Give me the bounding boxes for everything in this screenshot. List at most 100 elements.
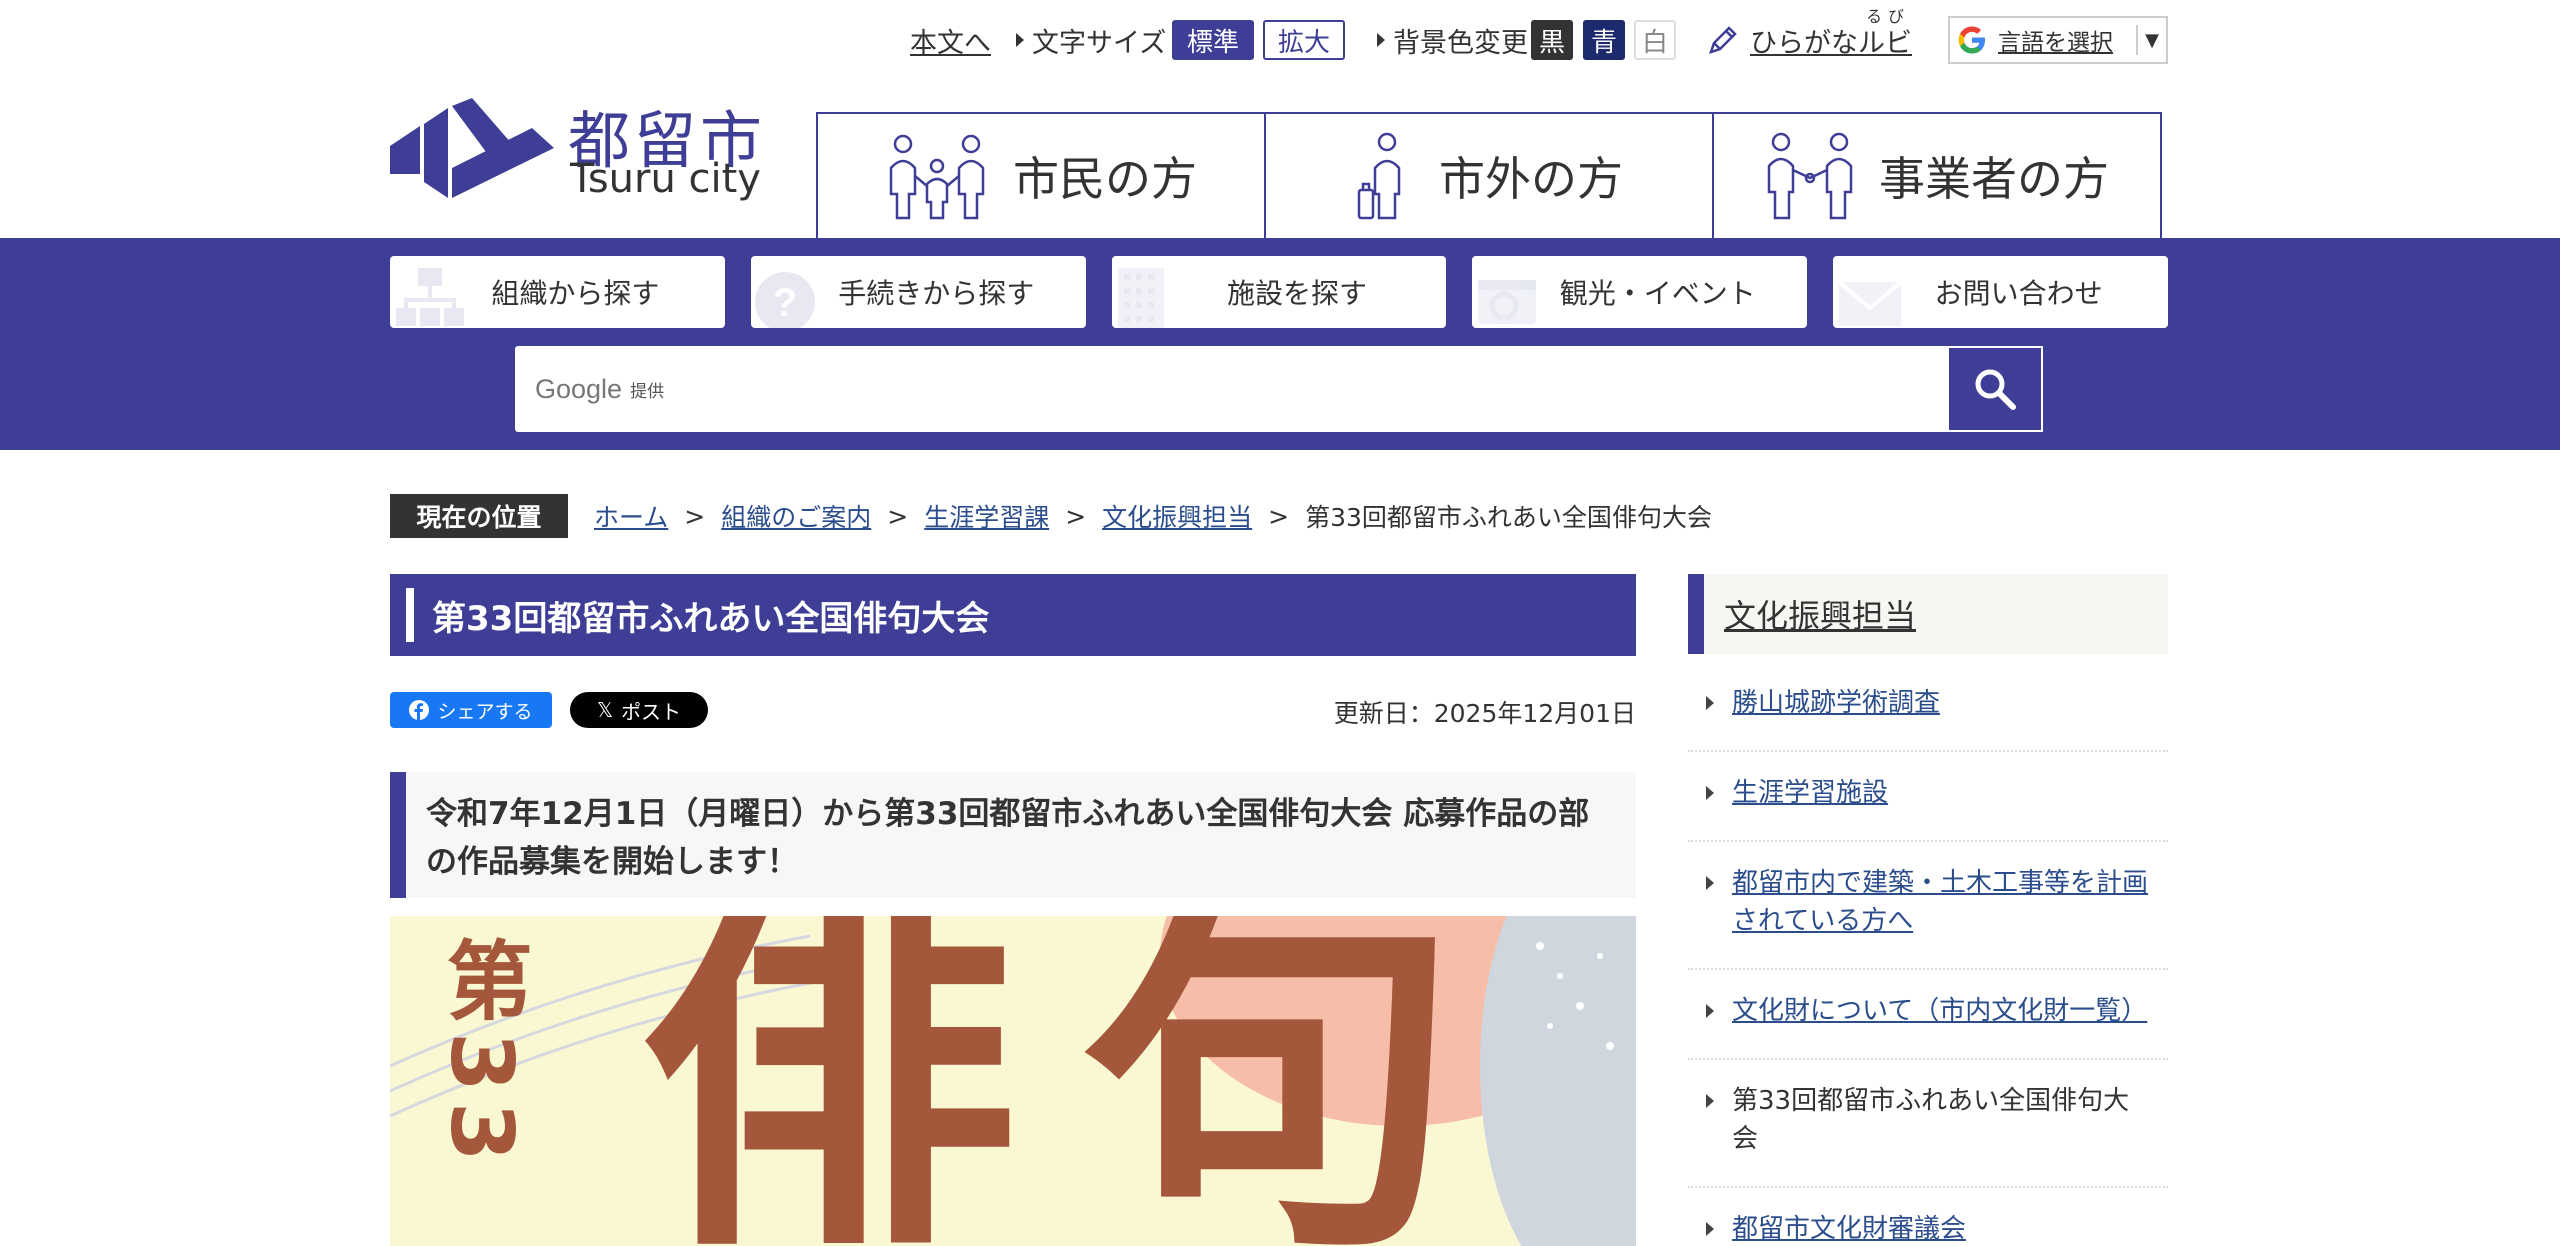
sidebar-link-katsuyama-castle[interactable]: 勝山城跡学術調査 — [1732, 684, 1940, 722]
global-nav: 組織から探す ? 手続きから探す 施設を探す 観光・イベント お問い合わせ — [390, 256, 2168, 328]
breadcrumb-separator: > — [1268, 501, 1290, 531]
global-navigation-band: 組織から探す ? 手続きから探す 施設を探す 観光・イベント お問い合わせ Go… — [0, 238, 2560, 450]
facebook-share-label: シェアする — [437, 700, 533, 723]
triangle-bullet-icon — [1016, 33, 1024, 47]
facebook-share-button[interactable]: シェアする — [390, 692, 552, 728]
bg-blue-button[interactable]: 青 — [1583, 20, 1625, 60]
triangle-bullet-icon — [1706, 1094, 1714, 1108]
nav-label: 組織から探す — [491, 277, 660, 310]
nav-contact[interactable]: お問い合わせ — [1833, 256, 2168, 328]
x-logo-icon: 𝕏 — [596, 698, 614, 722]
site-logo[interactable]: 都留市 Tsuru city — [390, 90, 770, 210]
breadcrumb-lifelong-learning[interactable]: 生涯学習課 — [924, 498, 1049, 534]
sidebar-item: 文化財について（市内文化財一覧） — [1688, 970, 2168, 1060]
breadcrumb-current: 第33回都留市ふれあい全国俳句大会 — [1305, 503, 1712, 532]
sidebar-list: 勝山城跡学術調査 生涯学習施設 都留市内で建築・土木工事等を計画されている方へ … — [1688, 662, 2168, 1246]
breadcrumb-home[interactable]: ホーム — [594, 498, 668, 534]
category-residents-label: 市民の方 — [1013, 152, 1197, 206]
traveler-icon — [1357, 132, 1401, 220]
breadcrumb-separator: > — [1065, 501, 1087, 531]
search-button[interactable] — [1947, 346, 2043, 432]
x-post-label: ポスト — [621, 699, 682, 724]
poster-big-title: 俳句 — [640, 916, 1520, 1246]
triangle-bullet-icon — [1706, 696, 1714, 710]
nav-tourism-events[interactable]: 観光・イベント — [1472, 256, 1808, 328]
nav-label: お問い合わせ — [1934, 277, 2103, 310]
font-size-large-button[interactable]: 拡大 — [1263, 20, 1345, 60]
sidebar-item: 勝山城跡学術調査 — [1688, 662, 2168, 752]
ruby-label: ひらがなルビ るび — [1750, 7, 1912, 60]
category-businesses-label: 事業者の方 — [1879, 152, 2109, 206]
bg-black-button[interactable]: 黒 — [1531, 20, 1573, 60]
triangle-bullet-icon — [1706, 1222, 1714, 1236]
x-post-button[interactable]: 𝕏 ポスト — [570, 692, 708, 728]
updated-date: 更新日：2025年12月01日 — [1333, 699, 1636, 728]
utility-bar: 本文へ 文字サイズ 標準 拡大 背景色変更 黒 青 白 ひらがなルビ るび 言語を… — [0, 7, 2560, 66]
main-content: 第33回都留市ふれあい全国俳句大会 シェアする 𝕏 ポスト 更新日：2025年1… — [390, 574, 1636, 1246]
google-g-icon — [1958, 26, 1985, 54]
category-businesses[interactable]: 事業者の方 — [1714, 114, 2160, 238]
breadcrumb: 現在の位置 ホーム > 組織のご案内 > 生涯学習課 > 文化振興担当 > 第3… — [390, 494, 1712, 538]
font-size-standard-button[interactable]: 標準 — [1172, 20, 1254, 60]
sidebar-item: 都留市内で建築・土木工事等を計画されている方へ — [1688, 842, 2168, 970]
ruby-furigana: るび — [1865, 6, 1910, 26]
breadcrumb-separator: > — [887, 501, 909, 531]
nav-find-by-procedure[interactable]: ? 手続きから探す — [750, 256, 1086, 328]
sidebar-heading[interactable]: 文化振興担当 — [1688, 574, 2168, 654]
language-select[interactable]: 言語を選択 ▼ — [1948, 16, 2168, 64]
building-icon — [1117, 268, 1164, 328]
sidebar-link-construction-planning[interactable]: 都留市内で建築・土木工事等を計画されている方へ — [1732, 864, 2150, 940]
triangle-bullet-icon — [1706, 1004, 1714, 1018]
pencil-icon — [1709, 26, 1737, 54]
google-watermark: Google — [535, 373, 623, 404]
nav-find-by-organization[interactable]: 組織から探す — [390, 256, 725, 328]
sidebar-item: 都留市文化財審議会 — [1688, 1188, 2168, 1246]
svg-text:?: ? — [773, 281, 797, 325]
nav-label: 観光・イベント — [1559, 277, 1756, 310]
nav-find-facilities[interactable]: 施設を探す — [1111, 256, 1447, 328]
language-select-label: 言語を選択 — [1998, 30, 2113, 56]
font-size-label: 文字サイズ — [1016, 14, 1166, 66]
logo-english-name: Tsuru city — [570, 156, 761, 202]
dropdown-arrow-icon: ▼ — [2136, 25, 2166, 55]
haiku-contest-poster: 第33 俳句 — [390, 916, 1636, 1246]
sidebar-link-lifelong-facilities[interactable]: 生涯学習施設 — [1732, 774, 1888, 812]
tsuru-logo-mark-icon — [390, 98, 554, 198]
lead-announcement: 令和7年12月1日（月曜日）から第33回都留市ふれあい全国俳句大会 応募作品の部… — [390, 772, 1636, 898]
nav-label: 手続きから探す — [838, 277, 1035, 310]
search-icon — [1975, 369, 2016, 410]
camera-icon — [1478, 280, 1537, 324]
handshake-icon — [1767, 132, 1853, 220]
sidebar-link-cultural-council[interactable]: 都留市文化財審議会 — [1732, 1210, 1966, 1246]
current-location-badge: 現在の位置 — [390, 494, 568, 538]
sidebar-current-page: 第33回都留市ふれあい全国俳句大会 — [1732, 1086, 2130, 1154]
breadcrumb-culture-promotion[interactable]: 文化振興担当 — [1102, 498, 1252, 534]
site-search: Google 提供 — [515, 346, 2043, 432]
triangle-bullet-icon — [1377, 33, 1385, 47]
bg-white-button[interactable]: 白 — [1634, 20, 1676, 60]
mail-icon — [1837, 280, 1903, 326]
family-icon — [889, 134, 985, 220]
page-title: 第33回都留市ふれあい全国俳句大会 — [390, 574, 1636, 656]
hiragana-ruby-toggle[interactable]: ひらがなルビ るび — [1706, 7, 1912, 66]
facebook-icon — [409, 700, 430, 720]
triangle-bullet-icon — [1706, 876, 1714, 890]
sidebar-link-cultural-properties[interactable]: 文化財について（市内文化財一覧） — [1732, 992, 2147, 1030]
triangle-bullet-icon — [1706, 786, 1714, 800]
question-icon: ? — [754, 272, 815, 328]
bg-color-label: 背景色変更 — [1377, 14, 1528, 66]
sidebar-item: 第33回都留市ふれあい全国俳句大会 — [1688, 1060, 2168, 1188]
breadcrumb-organization[interactable]: 組織のご案内 — [721, 498, 871, 534]
sidebar: 文化振興担当 勝山城跡学術調査 生涯学習施設 都留市内で建築・土木工事等を計画さ… — [1688, 574, 2168, 1246]
nav-label: 施設を探す — [1226, 277, 1367, 310]
breadcrumb-separator: > — [684, 501, 706, 531]
category-visitors[interactable]: 市外の方 — [1266, 114, 1714, 238]
audience-categories: 市民の方 市外の方 事業者の方 — [816, 112, 2162, 238]
sidebar-item: 生涯学習施設 — [1688, 752, 2168, 842]
category-residents[interactable]: 市民の方 — [818, 114, 1266, 238]
skip-to-content-link[interactable]: 本文へ — [910, 14, 991, 66]
org-chart-icon — [396, 268, 464, 326]
google-provided-label: 提供 — [630, 381, 665, 402]
poster-vertical-title: 第33 — [431, 936, 531, 1172]
search-input[interactable]: Google 提供 — [515, 346, 1947, 432]
